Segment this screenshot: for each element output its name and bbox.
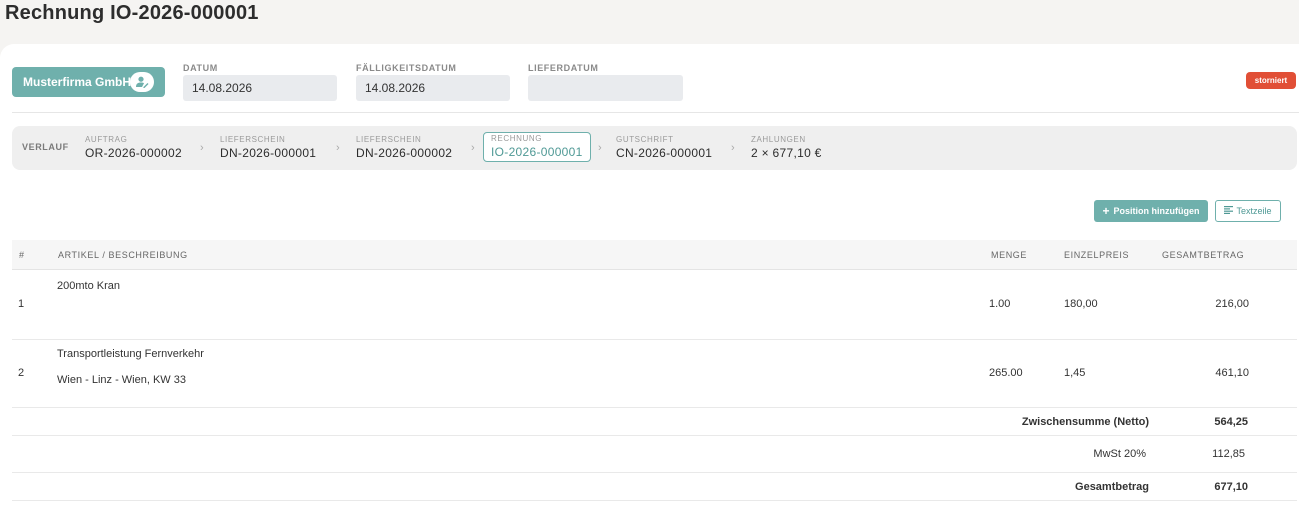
history-bar: VERLAUF AUFTRAG OR-2026-000002 › LIEFERS… (12, 126, 1297, 170)
row-number: 2 (18, 367, 25, 379)
col-total: GESAMTBETRAG (1162, 250, 1245, 260)
subtotal-value: 564,25 (1214, 416, 1248, 428)
grand-total-value: 677,10 (1214, 481, 1248, 493)
date-label: DATUM (183, 63, 218, 73)
row-description[interactable]: Wien - Linz - Wien, KW 33 (57, 374, 186, 386)
row-divider (12, 472, 1297, 473)
status-badge: storniert (1246, 72, 1296, 89)
step-value: IO-2026-000001 (491, 145, 583, 159)
tax-label: MwSt 20% (1093, 448, 1146, 460)
step-value: 2 × 677,10 € (751, 146, 822, 160)
customer-name: Musterfirma GmbH (23, 75, 132, 89)
invoice-card: Musterfirma GmbH DATUM 14.08.2026 FÄLLIG… (0, 44, 1299, 506)
text-line-button[interactable]: Textzeile (1215, 200, 1281, 222)
chevron-right-icon: › (200, 142, 204, 154)
chevron-right-icon: › (471, 142, 475, 154)
step-label: RECHNUNG (491, 134, 543, 143)
col-quantity: MENGE (991, 250, 1028, 260)
due-date-label: FÄLLIGKEITSDATUM (356, 63, 457, 73)
step-label: AUFTRAG (85, 135, 128, 144)
history-step-delivery-note-1[interactable]: LIEFERSCHEIN DN-2026-000001 (220, 135, 316, 160)
row-unit-price[interactable]: 1,45 (1064, 367, 1085, 379)
row-title[interactable]: Transportleistung Fernverkehr (57, 348, 204, 360)
col-article: ARTIKEL / BESCHREIBUNG (58, 250, 188, 260)
tax-value: 112,85 (1212, 448, 1245, 460)
grand-total-label: Gesamtbetrag (1075, 481, 1149, 493)
col-number: # (19, 250, 25, 260)
step-label: LIEFERSCHEIN (220, 135, 286, 144)
chevron-right-icon: › (731, 142, 735, 154)
row-title[interactable]: 200mto Kran (57, 280, 120, 292)
delivery-date-label: LIEFERDATUM (528, 63, 599, 73)
history-title: VERLAUF (22, 142, 69, 152)
row-divider (12, 435, 1297, 436)
row-quantity[interactable]: 1.00 (989, 298, 1010, 310)
table-header: # ARTIKEL / BESCHREIBUNG MENGE EINZELPRE… (12, 240, 1297, 270)
row-total: 461,10 (1215, 367, 1249, 379)
step-value: OR-2026-000002 (85, 146, 182, 160)
history-step-invoice[interactable]: RECHNUNG IO-2026-000001 (483, 132, 591, 162)
row-divider (12, 339, 1297, 340)
user-edit-icon (130, 72, 154, 92)
history-step-delivery-note-2[interactable]: LIEFERSCHEIN DN-2026-000002 (356, 135, 452, 160)
page-title: Rechnung IO-2026-000001 (5, 2, 259, 24)
step-label: LIEFERSCHEIN (356, 135, 422, 144)
subtotal-label: Zwischensumme (Netto) (1021, 416, 1149, 428)
step-label: GUTSCHRIFT (616, 135, 674, 144)
text-line-label: Textzeile (1236, 206, 1272, 216)
delivery-date-field[interactable] (528, 75, 683, 101)
row-total: 216,00 (1215, 298, 1249, 310)
header-divider (12, 112, 1299, 113)
step-label: ZAHLUNGEN (751, 135, 806, 144)
chevron-right-icon: › (598, 142, 602, 154)
step-value: DN-2026-000001 (220, 146, 317, 160)
chevron-right-icon: › (336, 142, 340, 154)
history-step-payments[interactable]: ZAHLUNGEN 2 × 677,10 € (751, 135, 822, 160)
date-field[interactable]: 14.08.2026 (183, 75, 337, 101)
step-value: DN-2026-000002 (356, 146, 453, 160)
due-date-field[interactable]: 14.08.2026 (356, 75, 510, 101)
plus-icon: + (1102, 204, 1110, 218)
row-quantity[interactable]: 265.00 (989, 367, 1023, 379)
row-unit-price[interactable]: 180,00 (1064, 298, 1098, 310)
step-value: CN-2026-000001 (616, 146, 713, 160)
align-left-icon (1224, 206, 1234, 216)
add-position-button[interactable]: + Position hinzufügen (1094, 200, 1208, 222)
col-unit-price: EINZELPREIS (1064, 250, 1130, 260)
customer-button[interactable]: Musterfirma GmbH (12, 67, 165, 97)
history-step-order[interactable]: AUFTRAG OR-2026-000002 (85, 135, 182, 160)
row-divider (12, 500, 1297, 501)
row-number: 1 (18, 298, 25, 310)
history-step-credit-note[interactable]: GUTSCHRIFT CN-2026-000001 (616, 135, 712, 160)
row-divider (12, 407, 1297, 408)
add-position-label: Position hinzufügen (1113, 206, 1200, 216)
